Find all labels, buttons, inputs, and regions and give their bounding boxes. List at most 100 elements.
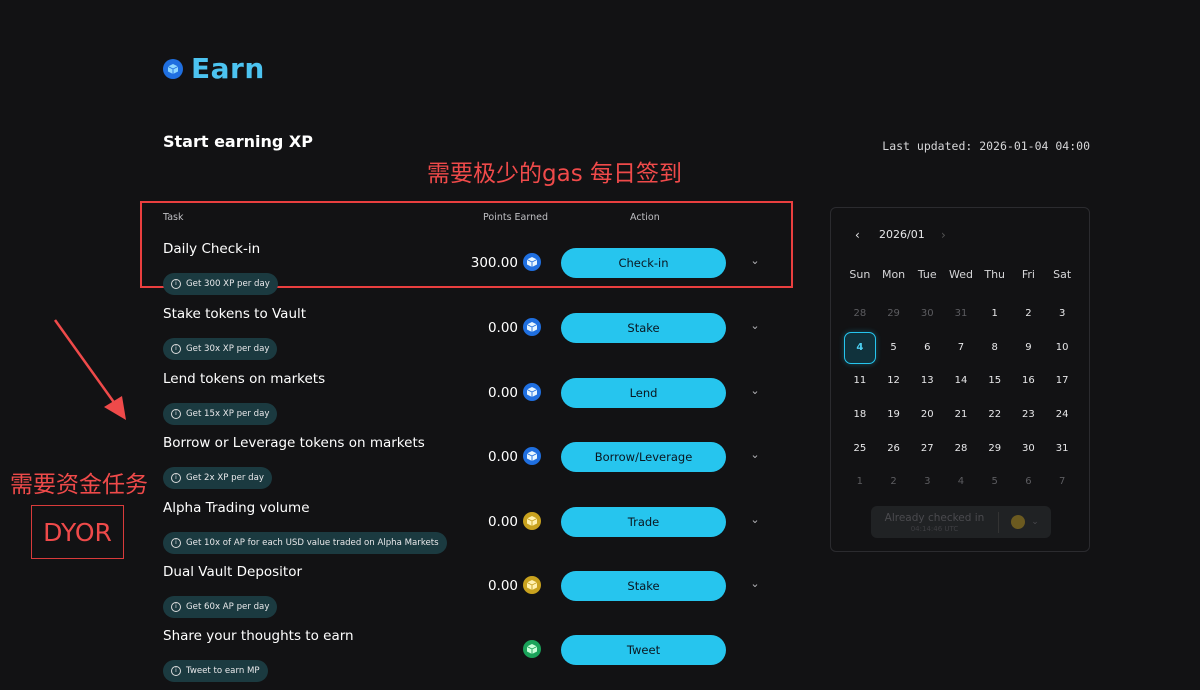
chevron-left-icon[interactable]: ‹ xyxy=(855,228,860,242)
trade-button[interactable]: Trade xyxy=(561,507,726,537)
calendar-day[interactable]: 19 xyxy=(877,398,911,432)
weekday-label: Mon xyxy=(881,268,906,281)
calendar-day[interactable]: 7 xyxy=(944,331,978,365)
weekday-label: Sat xyxy=(1053,268,1072,281)
calendar-day-number: 31 xyxy=(1055,442,1069,454)
calendar-day[interactable]: 15 xyxy=(978,364,1012,398)
calendar-day[interactable]: 25 xyxy=(843,432,877,466)
calendar-day[interactable]: 1 xyxy=(978,297,1012,331)
calendar-day-number: 8 xyxy=(991,341,998,353)
check-in-button[interactable]: Check-in xyxy=(561,248,726,278)
stake-button[interactable]: Stake xyxy=(561,571,726,601)
calendar-day-number: 10 xyxy=(1055,341,1069,353)
stake-button[interactable]: Stake xyxy=(561,313,726,343)
calendar-day[interactable]: 14 xyxy=(944,364,978,398)
checked-in-label: Already checked in xyxy=(884,511,985,524)
calendar-day-number: 26 xyxy=(887,442,900,454)
calendar-day-number: 30 xyxy=(1022,442,1035,454)
calendar-day-number: 29 xyxy=(887,308,900,319)
calendar-day[interactable]: 8 xyxy=(978,331,1012,365)
tweet-button[interactable]: Tweet xyxy=(561,635,726,665)
task-row-borrow-leverage: Borrow or Leverage tokens on markets i Ge… xyxy=(163,435,763,497)
calendar-day[interactable]: 18 xyxy=(843,398,877,432)
calendar-day-number: 3 xyxy=(1058,308,1066,319)
task-row-daily-check-in: Daily Check-in i Get 300 XP per day 300.0… xyxy=(163,241,763,303)
calendar-day[interactable]: 5 xyxy=(877,331,911,365)
calendar-day-number: 25 xyxy=(853,442,867,454)
calendar-day[interactable]: 10 xyxy=(1045,331,1079,365)
calendar-day[interactable]: 16 xyxy=(1012,364,1046,398)
calendar-day[interactable]: 20 xyxy=(910,398,944,432)
chevron-down-icon[interactable]: ⌄ xyxy=(749,513,761,526)
calendar-day[interactable]: 21 xyxy=(944,398,978,432)
blue-cube-icon xyxy=(523,318,541,336)
calendar-day: 31 xyxy=(944,297,978,331)
calendar-day[interactable]: 24 xyxy=(1045,398,1079,432)
earn-logo: Earn xyxy=(163,52,265,85)
annotation-dyor: DYOR xyxy=(31,505,124,559)
calendar-day-number: 14 xyxy=(954,375,968,387)
points-earned: 0.00 xyxy=(487,449,518,465)
chevron-down-icon[interactable]: ⌄ xyxy=(749,577,761,590)
info-icon: i xyxy=(171,279,181,289)
calendar-day[interactable]: 26 xyxy=(877,432,911,466)
info-icon: i xyxy=(171,602,181,612)
calendar-day-number: 15 xyxy=(988,375,1002,387)
calendar-day-today[interactable]: 4 xyxy=(843,331,877,365)
calendar-day-number: 11 xyxy=(853,375,867,387)
chevron-down-icon[interactable]: ⌄ xyxy=(749,319,761,332)
task-reward-text: Tweet to earn MP xyxy=(186,666,260,676)
calendar-day[interactable]: 17 xyxy=(1045,364,1079,398)
calendar-day-number: 3 xyxy=(924,476,931,488)
calendar-day-number: 17 xyxy=(1055,375,1069,387)
calendar-day-number: 27 xyxy=(920,442,934,454)
points-earned: 0.00 xyxy=(487,320,518,336)
task-name: Daily Check-in xyxy=(163,241,261,257)
calendar-day[interactable]: 13 xyxy=(910,364,944,398)
calendar-day-number: 7 xyxy=(1058,476,1066,488)
calendar-day-number: 5 xyxy=(991,476,998,488)
calendar-day-number: 18 xyxy=(853,409,867,421)
calendar-day[interactable]: 3 xyxy=(1045,297,1079,331)
calendar-day[interactable]: 31 xyxy=(1045,432,1079,466)
calendar-day[interactable]: 9 xyxy=(1012,331,1046,365)
task-row-dual-vault: Dual Vault Depositor i Get 60x AP per day… xyxy=(163,564,763,626)
calendar-day[interactable]: 23 xyxy=(1012,398,1046,432)
calendar-day-number: 19 xyxy=(887,409,900,421)
task-reward-text: Get 2x XP per day xyxy=(186,473,264,483)
chevron-down-icon[interactable]: ⌄ xyxy=(749,448,761,461)
calendar-day[interactable]: 6 xyxy=(910,331,944,365)
task-reward-pill: i Get 30x XP per day xyxy=(163,338,278,360)
section-title: Start earning XP xyxy=(163,132,313,151)
calendar-day: 4 xyxy=(944,465,978,499)
calendar-day[interactable]: 22 xyxy=(978,398,1012,432)
calendar-day[interactable]: 29 xyxy=(978,432,1012,466)
calendar-day-number: 22 xyxy=(988,409,1002,421)
task-reward-pill: i Get 2x XP per day xyxy=(163,467,272,489)
task-reward-pill: i Tweet to earn MP xyxy=(163,660,268,682)
borrow-leverage-button[interactable]: Borrow/Leverage xyxy=(561,442,726,472)
calendar-day[interactable]: 12 xyxy=(877,364,911,398)
calendar-day: 30 xyxy=(910,297,944,331)
info-icon: i xyxy=(171,538,181,548)
lend-button[interactable]: Lend xyxy=(561,378,726,408)
chevron-right-icon[interactable]: › xyxy=(941,228,946,242)
chevron-down-icon[interactable]: ⌄ xyxy=(749,384,761,397)
last-updated: Last updated: 2026-01-04 04:00 xyxy=(882,139,1090,153)
calendar-day-number: 9 xyxy=(1025,341,1032,353)
calendar-day-number: 4 xyxy=(843,331,876,364)
calendar-day-number: 7 xyxy=(957,341,965,353)
chevron-down-icon[interactable]: ⌄ xyxy=(749,254,761,267)
calendar-day: 3 xyxy=(910,465,944,499)
already-checked-in-button: Already checked in 04:14:46 UTC ⌄ xyxy=(871,506,1051,538)
calendar-day: 1 xyxy=(843,465,877,499)
calendar-day-number: 28 xyxy=(954,442,968,454)
calendar-day[interactable]: 27 xyxy=(910,432,944,466)
calendar-day[interactable]: 30 xyxy=(1012,432,1046,466)
calendar-day[interactable]: 28 xyxy=(944,432,978,466)
blue-cube-icon xyxy=(523,383,541,401)
calendar-day[interactable]: 11 xyxy=(843,364,877,398)
calendar-grid: Sun Mon Tue Wed Thu Fri Sat 28 29 30 31 1 2 3 4 5 6 7 8 9 10… xyxy=(843,263,1079,499)
calendar-day[interactable]: 2 xyxy=(1012,297,1046,331)
header-points: Points Earned xyxy=(483,212,549,223)
